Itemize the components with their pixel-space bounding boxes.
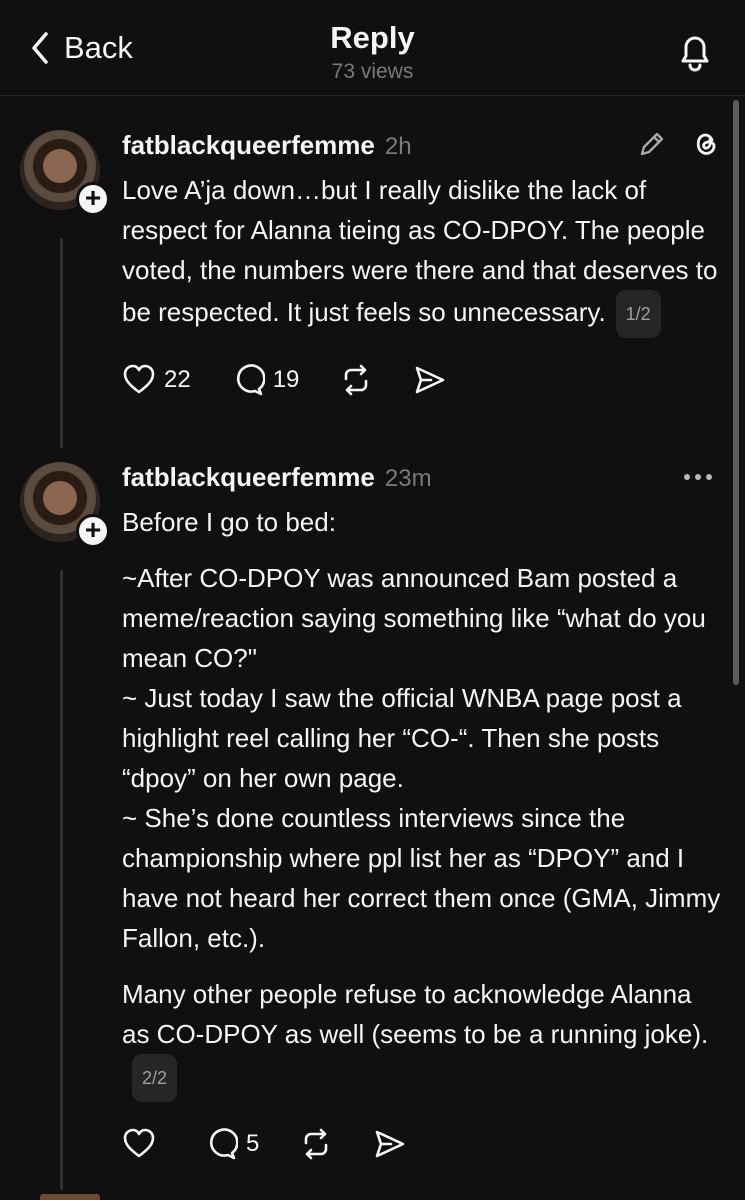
post-time: 2h xyxy=(384,133,412,160)
scrollbar[interactable] xyxy=(733,100,739,685)
comment-icon xyxy=(209,1128,238,1160)
share-button[interactable] xyxy=(373,1127,407,1161)
view-count: 73 views xyxy=(331,60,414,83)
page-title: Reply xyxy=(330,20,415,55)
repost-icon xyxy=(345,364,368,396)
post-top-icons xyxy=(636,128,722,160)
avatar-container[interactable]: + xyxy=(20,462,110,548)
next-post-avatar-peek xyxy=(40,1194,100,1200)
like-count: 22 xyxy=(164,366,191,393)
like-button[interactable] xyxy=(122,1127,164,1161)
post-content: fatblackqueerfemme 2h Love A’ja down…but… xyxy=(122,130,722,402)
username[interactable]: fatblackqueerfemme xyxy=(122,462,375,493)
comment-button[interactable]: 5 xyxy=(204,1127,259,1161)
thread-connector-line xyxy=(60,238,63,448)
page-badge: 1/2 xyxy=(615,290,661,338)
more-dots-icon[interactable] xyxy=(684,474,712,480)
header-bar: Back Reply 73 views xyxy=(0,0,745,96)
post-meta: fatblackqueerfemme 23m xyxy=(122,462,722,498)
repost-button[interactable] xyxy=(339,363,373,397)
comment-icon xyxy=(236,364,265,396)
pencil-icon[interactable] xyxy=(636,128,668,160)
post-paragraph: ~ She’s done countless interviews since … xyxy=(122,803,721,953)
comment-count: 19 xyxy=(272,366,300,393)
share-button[interactable] xyxy=(413,363,447,397)
username[interactable]: fatblackqueerfemme xyxy=(122,130,375,161)
thread-connector-line xyxy=(60,570,63,1190)
heart-icon xyxy=(123,364,155,394)
repost-icon xyxy=(305,1128,328,1160)
post-body: Before I go to bed: ~After CO-DPOY was a… xyxy=(122,502,722,1102)
post-paragraph: Before I go to bed: xyxy=(122,507,336,537)
post-content: fatblackqueerfemme 23m Before I go to be… xyxy=(122,462,722,1166)
post-meta: fatblackqueerfemme 2h xyxy=(122,130,722,166)
comment-count: 5 xyxy=(246,1130,260,1157)
post-paragraph: ~After CO-DPOY was announced Bam posted … xyxy=(122,563,706,673)
follow-plus-icon[interactable]: + xyxy=(76,514,110,548)
threads-logo-icon[interactable] xyxy=(690,128,722,160)
post-time: 23m xyxy=(384,465,432,492)
post-text: Many other people refuse to acknowledge … xyxy=(122,979,709,1049)
send-icon xyxy=(376,1130,405,1158)
follow-plus-icon[interactable]: + xyxy=(76,182,110,216)
post-paragraph: ~ Just today I saw the official WNBA pag… xyxy=(122,683,682,793)
post-actions: 22 19 xyxy=(122,358,722,402)
header-title-group: Reply 73 views xyxy=(0,20,745,84)
avatar-container[interactable]: + xyxy=(20,130,110,216)
comment-button[interactable]: 19 xyxy=(231,363,300,397)
heart-icon xyxy=(123,1128,155,1158)
bell-icon[interactable] xyxy=(675,30,715,72)
page-badge: 2/2 xyxy=(132,1054,178,1102)
repost-button[interactable] xyxy=(299,1127,333,1161)
like-button[interactable]: 22 xyxy=(122,363,191,397)
send-icon xyxy=(416,366,445,394)
post-paragraph-last: Many other people refuse to acknowledge … xyxy=(122,974,722,1102)
post-body: Love A’ja down…but I really dislike the … xyxy=(122,170,722,338)
post-actions: 5 xyxy=(122,1122,722,1166)
